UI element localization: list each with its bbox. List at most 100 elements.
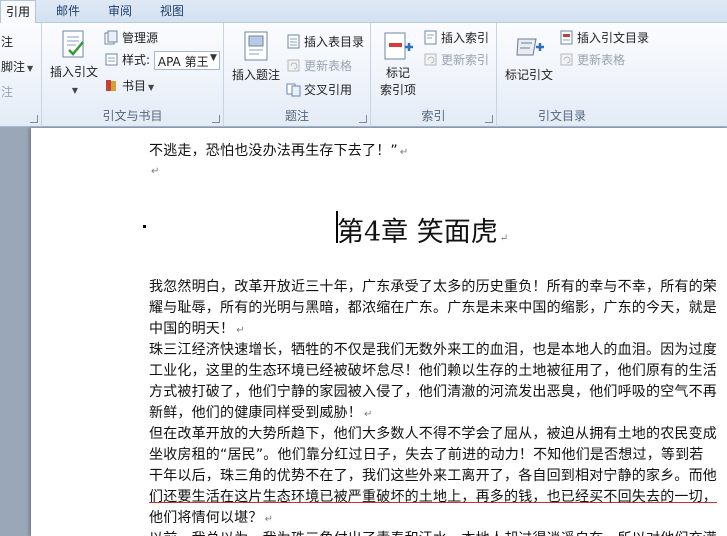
cross-reference-icon (286, 83, 301, 97)
insert-index-icon (424, 30, 437, 45)
insert-toa-icon (560, 30, 573, 45)
paragraph-mark-icon: ↵ (499, 233, 509, 244)
mark-entry-button[interactable]: 标记 索引项 (377, 27, 419, 99)
empty-paragraph: ↵ (149, 162, 160, 178)
paragraph-3-line-4: 们还要生活在这片生态环境已被严重破坏的土地上，再多的钱，也已经买不回失去的一切， (149, 489, 717, 505)
paragraph-2-line-3: 方式被打破了，他们宁静的家园被入侵了，他们清澈的河流发出恶臭，他们呼吸的空气不再 (149, 384, 717, 400)
insert-table-of-figures-button[interactable]: 插入表目录 (286, 33, 364, 50)
paragraph-mark-icon: ↵ (364, 409, 373, 420)
chevron-down-icon: ▼ (209, 53, 217, 63)
update-table-icon (287, 59, 300, 72)
dialog-launcher-icon[interactable] (485, 115, 493, 123)
insert-index-label: 插入索引 (441, 31, 490, 45)
list-bullet-marker (143, 225, 146, 228)
paragraph-4-line-1: 以前，我总以为，我为珠三角付出了青春和汗水，本地人却过得逍遥自在，所以对他们充满 (149, 528, 717, 536)
mark-citation-button[interactable]: 标记引文 (501, 27, 557, 89)
update-index-icon (424, 53, 437, 66)
update-toa-label: 更新表格 (577, 53, 626, 67)
style-icon (105, 53, 118, 66)
paragraph-1-line-3: 中国的明天！ ↵ (149, 318, 245, 338)
paragraph-2-line-4-text: 新鲜，他们的健康同样受到威胁！ (149, 405, 362, 421)
group-captions: 插入题注 插入表目录 更新表格 交叉引用 题注 (224, 23, 371, 127)
tab-review[interactable]: 审阅 (100, 0, 140, 23)
chevron-down-icon: ▼ (71, 86, 79, 95)
mark-entry-label-2: 索引项 (379, 83, 416, 97)
style-dropdown[interactable]: APA 第王 ▼ (153, 51, 220, 70)
paragraph-2-line-2: 工业化，这里的生态环境已经被破坏怠尽！他们赖以生存的土地被征用了，他们原有的生活 (149, 363, 717, 379)
group-footnotes-partial: 注 脚注 ▼ 注 (0, 23, 42, 127)
tab-view[interactable]: 视图 (152, 0, 192, 23)
paragraph-mark-icon: ↵ (399, 147, 409, 158)
style-label: 样式: (122, 53, 151, 67)
group-label-toa: 引文目录 (537, 109, 586, 123)
mark-citation-label: 标记引文 (504, 68, 553, 82)
manage-sources-icon (104, 30, 118, 45)
insert-toa-label: 插入引文目录 (577, 31, 650, 45)
paragraph-3-line-2: 坐收房租的“居民”。他们靠分红过日子，失去了前进的动力！不知他们是否想过，等到若 (149, 447, 704, 463)
next-footnote-button[interactable]: 脚注 ▼ (1, 58, 33, 75)
paragraph-2-line-4: 新鲜，他们的健康同样受到威胁！ ↵ (149, 402, 373, 422)
dialog-launcher-icon[interactable] (212, 115, 220, 123)
mark-entry-icon (384, 32, 413, 60)
style-value: APA 第王 (157, 55, 209, 69)
dialog-launcher-icon[interactable] (359, 115, 367, 123)
paragraph-1-line-1: 我忽然明白，改革开放近三十年，广东承受了太多的历史重负！所有的幸与不幸，所有的荣 (149, 279, 717, 295)
tab-references[interactable]: 引用 (0, 0, 36, 24)
paragraph-mark-icon: ↵ (151, 166, 160, 177)
prev-line-text: 不逃走，恐怕也没办法再生存下去了！” (149, 143, 398, 159)
table-of-figures-icon (287, 34, 300, 49)
paragraph-1-line-2: 耀与耻辱，所有的光明与黑暗，都浓缩在广东。广东是未来中国的缩影，广东的今天，就是 (149, 300, 717, 316)
paragraph-3-line-5-text: 他们将情何以堪？ (149, 510, 263, 526)
group-label-captions: 题注 (284, 109, 309, 123)
insert-citation-icon (62, 30, 84, 58)
mark-entry-label-1: 标记 (385, 66, 410, 80)
chevron-down-icon: ▼ (148, 83, 155, 92)
group-index: 标记索引项 插入索引 更新索引 索引 (371, 23, 497, 127)
group-citations-bibliography: 插入引文 ▼ 管理源 样式: APA 第王 ▼ 书目 ▼ 引文与书目 (42, 23, 224, 127)
bibliography-label: 书目 (122, 79, 147, 93)
insert-table-of-figures-label: 插入表目录 (304, 35, 365, 49)
insert-caption-button[interactable]: 插入题注 (228, 27, 284, 89)
ribbon-tab-bar: 引用 邮件 审阅 视图 (0, 0, 727, 24)
paragraph-2-line-1: 珠三江经济快速增长，牺牲的不仅是我们无数外来工的血泪，也是本地人的血泪。因为过度 (149, 342, 717, 358)
document-area: ▔▔▔▔▔▔▔▔▔▔▔▔▔▔▔▔▔▔▔▔▔▔▔▔▔▔▔▔▔▔▔▔▔▔▔▔▔ 不逃… (0, 128, 727, 536)
paragraph-prev-line: 不逃走，恐怕也没办法再生存下去了！” ↵ (149, 140, 408, 160)
cross-reference-button[interactable]: 交叉引用 (286, 81, 352, 98)
insert-caption-label: 插入题注 (231, 68, 280, 82)
paragraph-3-line-5: 他们将情何以堪？ ↵ (149, 507, 273, 527)
manage-sources-label: 管理源 (122, 31, 159, 45)
update-toa-icon (560, 53, 573, 66)
insert-index-button[interactable]: 插入索引 (423, 29, 489, 46)
cross-reference-label: 交叉引用 (304, 83, 353, 97)
bibliography-icon (106, 80, 116, 91)
dialog-launcher-icon[interactable] (30, 115, 38, 123)
paragraph-3-line-3: 干年以后，珠三角的优势不在了，我们这些外来工离开了，各自回到相对宁静的家乡。而他 (149, 468, 717, 484)
update-index-label: 更新索引 (441, 53, 490, 67)
group-label-index: 索引 (421, 109, 446, 123)
mark-citation-icon (516, 38, 544, 56)
manage-sources-button[interactable]: 管理源 (104, 29, 158, 46)
insert-citation-label: 插入引文 (49, 65, 98, 79)
insert-caption-icon (244, 31, 268, 61)
chevron-down-icon: ▼ (27, 64, 34, 73)
paragraph-1-line-3-text: 中国的明天！ (149, 321, 235, 337)
group-table-of-authorities: 标记引文 插入引文目录 更新表格 引文目录 (497, 23, 727, 127)
ribbon: 注 脚注 ▼ 注 插入引文 ▼ 管理源 样式: APA 第王 ▼ 书目 ▼ 引文与书目 (0, 23, 727, 127)
cut-off-line: ▔▔▔▔▔▔▔▔▔▔▔▔▔▔▔▔▔▔▔▔▔▔▔▔▔▔▔▔▔▔▔▔▔▔▔▔▔ (149, 128, 555, 135)
paragraph-3-line-1: 但在改革开放的大势所趋下，他们大多数人不得不学会了屈从，被迫从拥有土地的农民变成 (149, 426, 717, 442)
tab-mailings[interactable]: 邮件 (48, 0, 88, 23)
update-table-label: 更新表格 (304, 59, 353, 73)
update-toa-button[interactable]: 更新表格 (559, 51, 625, 68)
update-index-button[interactable]: 更新索引 (423, 51, 489, 68)
bibliography-button[interactable]: 书目 ▼ (104, 77, 154, 94)
insert-citation-button[interactable]: 插入引文 ▼ (48, 27, 100, 99)
chapter-heading: 第4章 笑面虎 ↵ (337, 210, 508, 249)
next-footnote-label: 脚注 (1, 60, 26, 74)
document-page[interactable]: ▔▔▔▔▔▔▔▔▔▔▔▔▔▔▔▔▔▔▔▔▔▔▔▔▔▔▔▔▔▔▔▔▔▔▔▔▔ 不逃… (31, 128, 727, 536)
style-selector: 样式: APA 第王 ▼ (104, 51, 220, 70)
group-label-citations: 引文与书目 (102, 109, 163, 123)
footnote-item-3: 注 (1, 85, 14, 99)
footnote-item-1[interactable]: 注 (1, 33, 13, 50)
update-table-button[interactable]: 更新表格 (286, 57, 352, 74)
insert-table-of-authorities-button[interactable]: 插入引文目录 (559, 29, 649, 46)
